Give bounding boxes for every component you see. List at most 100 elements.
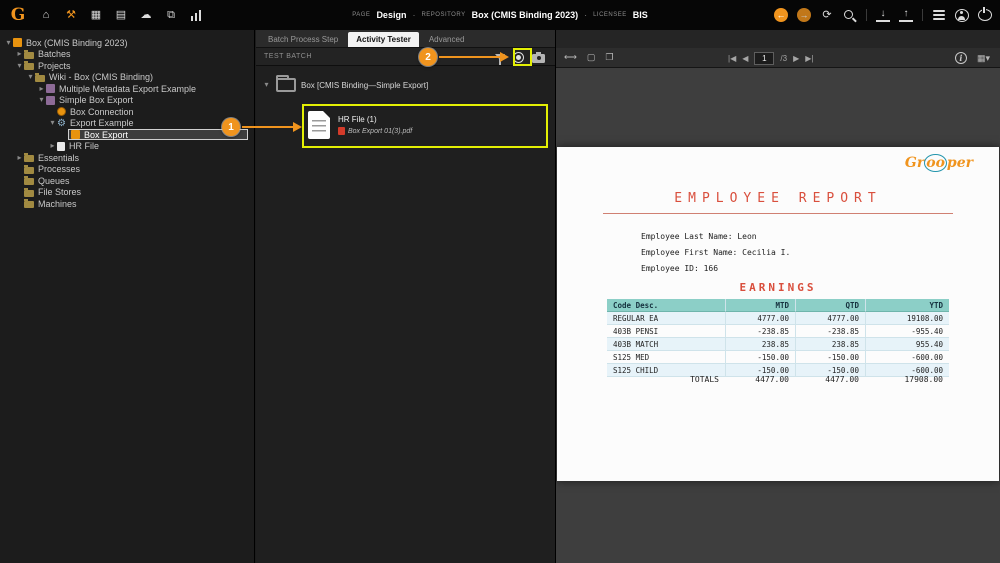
repository-label: REPOSITORY — [421, 12, 466, 18]
viewer-zoom-controls: ⟷ ▢ ❐ — [556, 52, 614, 63]
top-bar: G ⌂ ⚒ ▦ ▤ ☁ ⧉ PAGE Design · REPOSITORY B… — [0, 0, 1000, 30]
totals-value: 17908.00 — [904, 375, 943, 384]
page-number-input[interactable]: 1 — [754, 51, 775, 65]
grooper-doc-logo: Gr oo per — [904, 154, 973, 172]
viewer-canvas[interactable]: Gr oo per EMPLOYEE REPORT Employee Last Na… — [556, 68, 1000, 563]
tree-item-hr-file[interactable]: ▸ HR File — [0, 141, 254, 153]
download-icon[interactable]: ↓ — [876, 8, 890, 22]
last-page-button[interactable]: ▶| — [805, 54, 813, 63]
tree-item-simple-box-export[interactable]: ▾ Simple Box Export — [0, 95, 254, 107]
tree-item-projects[interactable]: ▾ Projects — [0, 60, 254, 72]
tree-item-label: Export Example — [69, 118, 134, 129]
licensee-label: LICENSEE — [593, 12, 627, 18]
tab-activity-tester[interactable]: Activity Tester — [348, 32, 419, 47]
tree-item-box-export-row: Box Export — [0, 129, 254, 141]
upload-icon[interactable]: ↑ — [899, 8, 913, 22]
search-icon[interactable] — [843, 9, 857, 22]
tree-item-label: HR File — [69, 141, 100, 152]
snapshot-icon[interactable] — [532, 51, 545, 63]
tree-item-label: Simple Box Export — [59, 95, 134, 106]
tree-item-essentials[interactable]: ▸ Essentials — [0, 152, 254, 164]
tree-item-file-stores[interactable]: File Stores — [0, 187, 254, 199]
annotation-arrowhead-1 — [293, 122, 302, 132]
node-tree-panel: ▾ Box (CMIS Binding 2023) ▸ Batches ▾ Pr… — [0, 30, 255, 563]
table-cell: -955.40 — [865, 325, 949, 338]
tree-item-export-example[interactable]: ▾ ⚙ Export Example — [0, 118, 254, 130]
table-header-cell: MTD — [725, 299, 795, 312]
batches-icon[interactable]: ⧉ — [164, 8, 178, 22]
expander-icon[interactable]: ▾ — [15, 61, 24, 71]
table-cell: S125 MED — [607, 351, 725, 364]
stats-chart-icon[interactable] — [189, 9, 203, 21]
expander-icon[interactable]: ▾ — [262, 80, 271, 90]
tools-icon[interactable]: ⚒ — [64, 8, 78, 22]
totals-value: 4477.00 — [755, 375, 789, 384]
fit-page-icon[interactable]: ▢ — [587, 52, 596, 63]
earnings-table: Code Desc. MTD QTD YTD REGULAR EA 4777.0… — [607, 299, 949, 377]
fit-width-icon[interactable]: ⟷ — [564, 52, 577, 63]
doc-field-employee-id: Employee ID: 166 — [641, 264, 719, 273]
info-icon[interactable]: i — [954, 52, 967, 64]
home-icon[interactable]: ⌂ — [39, 8, 53, 22]
first-page-button[interactable]: |◀ — [728, 54, 736, 63]
grooper-logo-icon[interactable]: G — [8, 5, 28, 25]
breadcrumb: PAGE Design · REPOSITORY Box (CMIS Bindi… — [352, 0, 648, 30]
view-settings-icon[interactable]: ▦▾ — [977, 53, 990, 64]
expander-icon[interactable]: ▾ — [48, 118, 57, 128]
tree-item-batches[interactable]: ▸ Batches — [0, 49, 254, 61]
batch-root-item[interactable]: ▾ Box [CMIS Binding—Simple Export] — [262, 75, 428, 92]
refresh-icon[interactable]: ⟳ — [820, 8, 834, 22]
tree-item-processes[interactable]: Processes — [0, 164, 254, 176]
tree-item-label: Processes — [38, 164, 81, 175]
tree-item-box-export[interactable]: Box Export — [68, 129, 248, 141]
back-button[interactable]: ← — [774, 8, 788, 22]
account-icon[interactable] — [955, 8, 969, 22]
tree-item-label: Box Connection — [70, 106, 134, 117]
next-page-button[interactable]: ▶ — [793, 54, 799, 63]
tree-item-wiki-box[interactable]: ▾ Wiki - Box (CMIS Binding) — [0, 72, 254, 84]
table-cell: 238.85 — [725, 338, 795, 351]
tree-item-label: File Stores — [38, 187, 82, 198]
document-page[interactable]: Gr oo per EMPLOYEE REPORT Employee Last Na… — [557, 147, 999, 481]
table-cell: 4777.00 — [795, 312, 865, 325]
thumbnails-icon[interactable]: ❐ — [605, 52, 613, 63]
repository-value[interactable]: Box (CMIS Binding 2023) — [472, 10, 579, 20]
tree-item-box-connection[interactable]: Box Connection — [0, 106, 254, 118]
expander-icon[interactable]: ▸ — [15, 153, 24, 163]
table-row: 403B PENSI -238.85 -238.85 -955.40 — [607, 325, 949, 338]
totals-value: 4477.00 — [825, 375, 859, 384]
tab-advanced[interactable]: Advanced — [421, 32, 473, 47]
tree-item-box-repository[interactable]: ▾ Box (CMIS Binding 2023) — [0, 37, 254, 49]
table-cell: 403B PENSI — [607, 325, 725, 338]
table-header-row: Code Desc. MTD QTD YTD — [607, 299, 949, 312]
tree-item-multiple-metadata-export-example[interactable]: ▸ Multiple Metadata Export Example — [0, 83, 254, 95]
expander-icon[interactable]: ▸ — [48, 141, 57, 151]
power-icon[interactable] — [978, 7, 992, 21]
tree-item-machines[interactable]: Machines — [0, 198, 254, 210]
page-value[interactable]: Design — [376, 10, 406, 20]
archive-icon[interactable]: ▦ — [89, 8, 103, 22]
box-icon — [13, 38, 22, 48]
expander-icon[interactable]: ▾ — [37, 95, 46, 105]
expander-icon[interactable]: ▸ — [37, 84, 46, 94]
gear-icon: ⚙ — [57, 117, 66, 129]
scanner-icon[interactable]: ▤ — [114, 8, 128, 22]
table-cell: 19108.00 — [865, 312, 949, 325]
table-header-cell: QTD — [795, 299, 865, 312]
tree-item-label: Projects — [38, 60, 71, 71]
expander-icon[interactable]: ▾ — [26, 72, 35, 82]
expander-icon[interactable]: ▾ — [4, 38, 13, 48]
tree-item-queues[interactable]: Queues — [0, 175, 254, 187]
tree-item-label: Multiple Metadata Export Example — [59, 83, 197, 94]
database-layers-icon[interactable] — [932, 8, 946, 22]
cloud-icon[interactable]: ☁ — [139, 8, 153, 22]
previous-page-button[interactable]: ◀ — [742, 54, 748, 63]
expander-icon[interactable]: ▸ — [15, 49, 24, 59]
tab-batch-process-step[interactable]: Batch Process Step — [260, 32, 346, 47]
tree-item-label: Queues — [38, 175, 70, 186]
forward-button[interactable]: → — [797, 8, 811, 22]
project-icon — [46, 84, 55, 94]
table-row: 403B MATCH 238.85 238.85 955.40 — [607, 338, 949, 351]
table-row: S125 MED -150.00 -150.00 -600.00 — [607, 351, 949, 364]
folder-icon — [24, 176, 34, 186]
